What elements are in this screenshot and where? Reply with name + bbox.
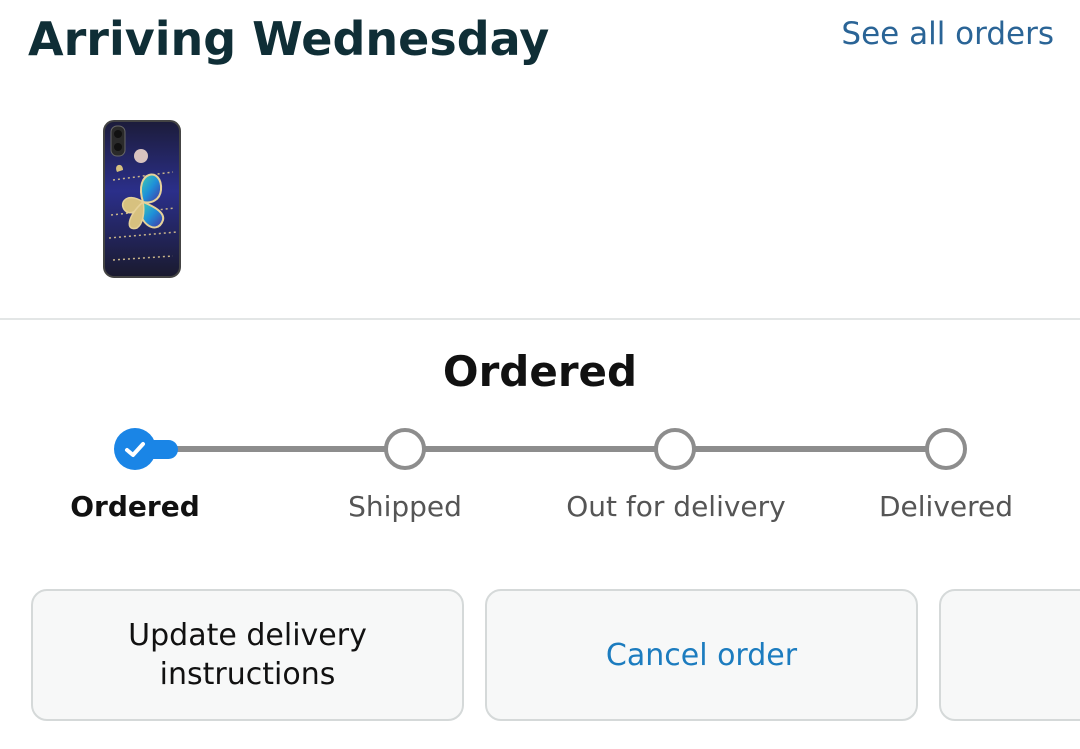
step-delivered-circle-icon — [925, 428, 967, 470]
more-actions-button[interactable] — [939, 589, 1080, 721]
progress-track-segment-1 — [156, 446, 390, 452]
product-image[interactable] — [103, 120, 181, 278]
progress-track-segment-2 — [424, 446, 660, 452]
step-ordered-check-icon — [114, 428, 156, 470]
step-label-out-for-delivery: Out for delivery — [566, 490, 786, 523]
update-delivery-label-line1: Update delivery — [128, 618, 367, 653]
step-label-delivered: Delivered — [878, 490, 1014, 523]
cancel-order-label: Cancel order — [605, 637, 798, 673]
section-divider — [0, 318, 1080, 320]
order-status-title: Ordered — [442, 347, 638, 396]
progress-track-segment-3 — [694, 446, 930, 452]
step-out-for-delivery-circle-icon — [654, 428, 696, 470]
page-title: Arriving Wednesday — [28, 12, 550, 66]
step-label-shipped: Shipped — [348, 490, 462, 523]
update-delivery-label-line2: instructions — [159, 657, 336, 692]
cancel-order-button[interactable]: Cancel order — [485, 589, 918, 721]
step-label-ordered: Ordered — [70, 490, 200, 523]
update-delivery-instructions-button[interactable]: Update delivery instructions — [31, 589, 464, 721]
see-all-orders-link[interactable]: See all orders — [841, 16, 1054, 52]
step-shipped-circle-icon — [384, 428, 426, 470]
